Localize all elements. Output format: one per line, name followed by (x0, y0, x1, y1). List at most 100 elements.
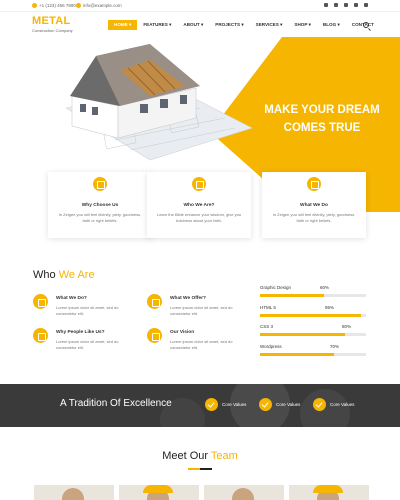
feature-desc: Lorem ipsum dolor sit amet, sed do conse… (170, 305, 233, 317)
skill-label: Wordpress (260, 344, 282, 349)
skill-track (260, 294, 366, 297)
thumbs-up-icon (33, 328, 48, 343)
card-desc: Learn the Bible enhance your wisdom, giv… (156, 212, 242, 224)
eye-icon (147, 328, 162, 343)
feature-what-we-offer: What We Offer? Lorem ipsum dolor sit ame… (147, 294, 247, 324)
skill-fill (260, 333, 345, 336)
who-we-are-title: Who We Are (33, 269, 95, 281)
skill-fill (260, 294, 324, 297)
logo[interactable]: METAL (32, 15, 71, 27)
skill-track (260, 333, 366, 336)
page: +1 (123) 456 7890 info@example.com METAL… (0, 0, 400, 500)
check-icon (313, 397, 326, 411)
linkedin-icon[interactable] (364, 3, 368, 7)
who-title-part1: Who (33, 269, 56, 281)
top-bar: +1 (123) 456 7890 info@example.com (0, 0, 400, 11)
team-member-photo[interactable] (119, 485, 199, 500)
nav-home[interactable]: HOME ▾ (108, 20, 138, 30)
core-value-label: Core Values (330, 401, 355, 407)
skill-label: Graphic Design (260, 285, 292, 290)
facebook-icon[interactable] (324, 3, 328, 7)
paint-icon (147, 294, 162, 309)
team-member-photo[interactable] (289, 485, 369, 500)
team-member-photo[interactable] (34, 485, 114, 500)
logo-subtitle: Construction Company (32, 28, 73, 33)
search-icon[interactable] (363, 22, 369, 28)
card-who-we-are[interactable]: Who We Are? Learn the Bible enhance your… (147, 172, 251, 238)
house-icon (33, 294, 48, 309)
hard-hat (143, 485, 173, 493)
nav-projects[interactable]: PROJECTS ▾ (209, 20, 249, 30)
skill-fill (260, 314, 361, 317)
card-title: Why Choose Us (81, 203, 119, 208)
header: METAL Construction Company HOME ▾ FEATUR… (0, 11, 400, 37)
feature-why-people-like-us: Why People Like Us? Lorem ipsum dolor si… (33, 328, 133, 358)
pinterest-icon[interactable] (354, 3, 358, 7)
email-icon (76, 3, 81, 8)
nav-about[interactable]: ABOUT ▾ (177, 20, 209, 30)
core-value-item: Core Values (313, 397, 354, 411)
hero-title-line2: COMES TRUE (283, 122, 361, 134)
nav-shop[interactable]: SHOP ▾ (288, 20, 317, 30)
skill-bar: HTML 5 95% (260, 305, 366, 325)
phone-contact[interactable]: +1 (123) 456 7890 (32, 3, 76, 8)
feature-title: What We Do? (56, 296, 87, 301)
nav-features[interactable]: FEATURES ▾ (137, 20, 177, 30)
phone-number: +1 (123) 456 7890 (39, 3, 76, 8)
check-icon (205, 397, 218, 411)
feature-title: Our Vision (170, 330, 195, 335)
team-member-photo[interactable] (204, 485, 284, 500)
card-what-we-do[interactable]: What We Do In Zeigen you will feel divin… (262, 172, 366, 238)
feature-title: What We Offer? (170, 296, 206, 301)
feature-desc: Lorem ipsum dolor sit amet, sed do conse… (170, 339, 233, 351)
skill-fill (260, 353, 335, 356)
team-title: Meet Our Team (0, 450, 400, 462)
skill-bar: Wordpress 70% (260, 344, 366, 364)
skill-percent: 70% (330, 344, 340, 349)
feature-our-vision: Our Vision Lorem ipsum dolor sit amet, s… (147, 328, 247, 358)
team-divider (188, 468, 212, 470)
excellence-title: A Tradition Of Excellence (60, 398, 172, 409)
house-icon (307, 177, 321, 191)
team-title-part2: Team (210, 450, 238, 462)
feature-desc: Lorem ipsum dolor sit amet, sed do conse… (56, 339, 119, 351)
skill-percent: 60% (320, 285, 330, 290)
check-icon (259, 397, 272, 411)
skill-percent: 95% (325, 305, 335, 310)
card-title: What We Do (300, 203, 328, 208)
skill-track (260, 314, 366, 317)
person-head (232, 488, 254, 500)
skill-percent: 80% (342, 324, 352, 329)
core-value-label: Core Values (276, 401, 301, 407)
main-nav: HOME ▾ FEATURES ▾ ABOUT ▾ PROJECTS ▾ SER… (108, 20, 380, 30)
email-address: info@example.com (83, 3, 122, 8)
feature-what-we-do: What We Do? Lorem ipsum dolor sit amet, … (33, 294, 133, 324)
feature-title: Why People Like Us? (56, 330, 105, 335)
feature-desc: Lorem ipsum dolor sit amet, sed do conse… (56, 305, 119, 317)
skill-track (260, 353, 366, 356)
skill-bar: CSS 3 80% (260, 324, 366, 344)
core-value-item: Core Values (259, 397, 300, 411)
phone-icon (32, 3, 37, 8)
card-desc: In Zeigen you will feel divinity, piety,… (272, 212, 356, 224)
twitter-icon[interactable] (334, 3, 338, 7)
email-contact[interactable]: info@example.com (76, 3, 122, 8)
card-title: Who We Are? (183, 203, 215, 208)
core-value-label: Core Values (222, 401, 247, 407)
instagram-icon[interactable] (344, 3, 348, 7)
card-why-choose-us[interactable]: Why Choose Us In Zeigen you will feel di… (48, 172, 152, 238)
skill-label: HTML 5 (260, 305, 276, 310)
skill-bar: Graphic Design 60% (260, 285, 366, 305)
hero-title-line1: MAKE YOUR DREAM (264, 104, 380, 116)
divider-dark (200, 468, 212, 470)
paint-icon (192, 177, 206, 191)
who-title-part2: We Are (58, 269, 95, 281)
person-head (62, 488, 84, 500)
tools-icon (93, 177, 107, 191)
nav-blog[interactable]: BLOG ▾ (317, 20, 346, 30)
hard-hat (313, 485, 343, 493)
skill-label: CSS 3 (260, 324, 274, 329)
core-value-item: Core Values (205, 397, 246, 411)
nav-services[interactable]: SERVICES ▾ (250, 20, 289, 30)
divider-accent (188, 468, 200, 470)
